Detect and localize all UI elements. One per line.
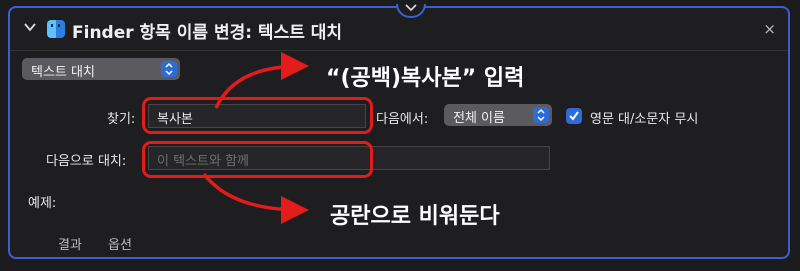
annotation-top: “(공백)복사본” 입력 (326, 66, 525, 91)
arrow-to-find (214, 52, 309, 109)
annotation-arrows (202, 52, 309, 224)
arrow-to-replace (202, 172, 309, 224)
annotation-bottom: 공란으로 비워둔다 (330, 204, 500, 229)
